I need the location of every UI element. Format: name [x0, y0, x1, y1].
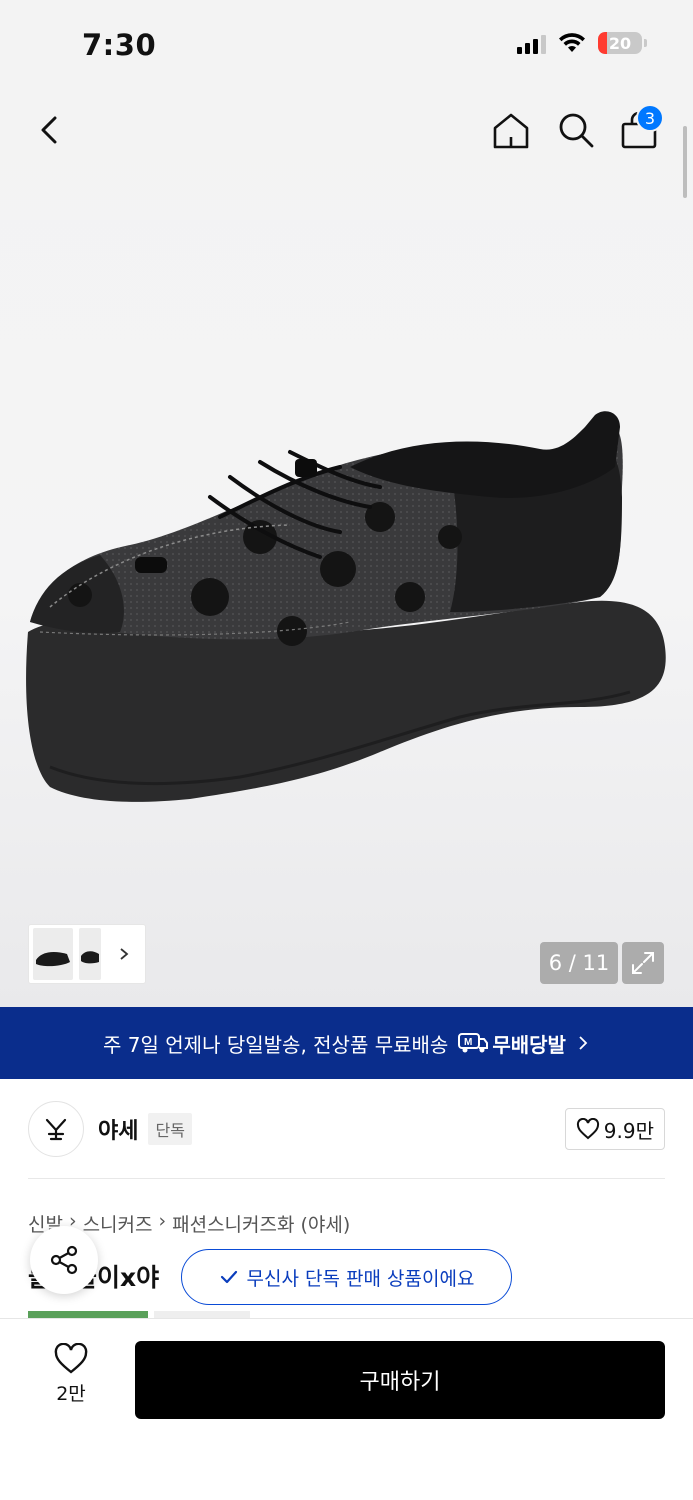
- brand-row: 야세 단독 9.9만: [28, 1100, 665, 1158]
- status-icons: 20: [517, 32, 647, 54]
- scroll-indicator: [683, 126, 687, 198]
- cart-count-badge: 3: [636, 104, 664, 132]
- svg-text:M: M: [464, 1037, 472, 1048]
- product-gallery[interactable]: 3 6 / 11: [0, 92, 693, 1007]
- heart-icon: [54, 1343, 88, 1374]
- cellular-signal-icon: [517, 32, 546, 54]
- divider: [28, 1178, 665, 1179]
- wishlist-count: 2만: [56, 1383, 86, 1405]
- battery-level-text: 20: [608, 33, 632, 53]
- chevron-right-icon[interactable]: [117, 947, 131, 961]
- battery-indicator: 20: [598, 32, 642, 54]
- brand-name[interactable]: 야세: [98, 1113, 138, 1145]
- bottom-action-bar: 2만 구매하기: [0, 1318, 693, 1500]
- free-delivery-badge: M 무배당발: [458, 1029, 566, 1058]
- brand-like-count: 9.9만: [603, 1118, 654, 1143]
- wishlist-button[interactable]: 2만: [40, 1343, 102, 1413]
- thumbnail-shoe-icon: [81, 951, 99, 964]
- brand-logo[interactable]: [28, 1101, 84, 1157]
- delivery-banner[interactable]: 주 7일 언제나 당일발송, 전상품 무료배송 M 무배당발: [0, 1007, 693, 1079]
- back-icon[interactable]: [32, 112, 68, 148]
- chevron-right-icon: [579, 1036, 588, 1050]
- thumbnail-strip[interactable]: [28, 924, 146, 984]
- product-image[interactable]: [20, 407, 680, 807]
- share-icon: [50, 1245, 78, 1275]
- battery-tip: [644, 39, 647, 47]
- delivery-truck-icon: M: [458, 1033, 489, 1053]
- exclusive-notice-toast: 무신사 단독 판매 상품이에요: [181, 1249, 512, 1305]
- status-time: 7:30: [82, 28, 157, 62]
- home-icon[interactable]: [490, 110, 532, 152]
- free-delivery-badge-label: 무배당발: [492, 1032, 566, 1057]
- check-icon: [220, 1270, 237, 1284]
- wifi-icon: [559, 33, 585, 52]
- expand-button[interactable]: [622, 942, 664, 984]
- breadcrumb-item[interactable]: 스니커즈: [83, 1210, 153, 1237]
- expand-icon: [632, 952, 654, 974]
- search-icon[interactable]: [556, 110, 596, 150]
- status-bar: 7:30 20: [0, 0, 693, 92]
- exclusive-tag: 단독: [148, 1113, 192, 1145]
- brand-like-button[interactable]: 9.9만: [564, 1108, 665, 1150]
- thumbnail-image[interactable]: [33, 928, 73, 980]
- thumbnail-shoe-icon: [36, 952, 70, 967]
- thumbnail-image[interactable]: [79, 928, 101, 980]
- breadcrumb-item[interactable]: 패션스니커즈화 (야세): [172, 1210, 350, 1237]
- image-counter: 6 / 11: [540, 942, 618, 984]
- breadcrumb-separator: ›: [158, 1210, 167, 1232]
- buy-button[interactable]: 구매하기: [135, 1341, 665, 1419]
- brand-logo-icon: [45, 1118, 67, 1141]
- heart-icon: [576, 1118, 599, 1140]
- exclusive-notice-text: 무신사 단독 판매 상품이에요: [246, 1267, 475, 1290]
- delivery-banner-text: 주 7일 언제나 당일발송, 전상품 무료배송: [103, 1032, 449, 1057]
- share-button[interactable]: [30, 1226, 98, 1294]
